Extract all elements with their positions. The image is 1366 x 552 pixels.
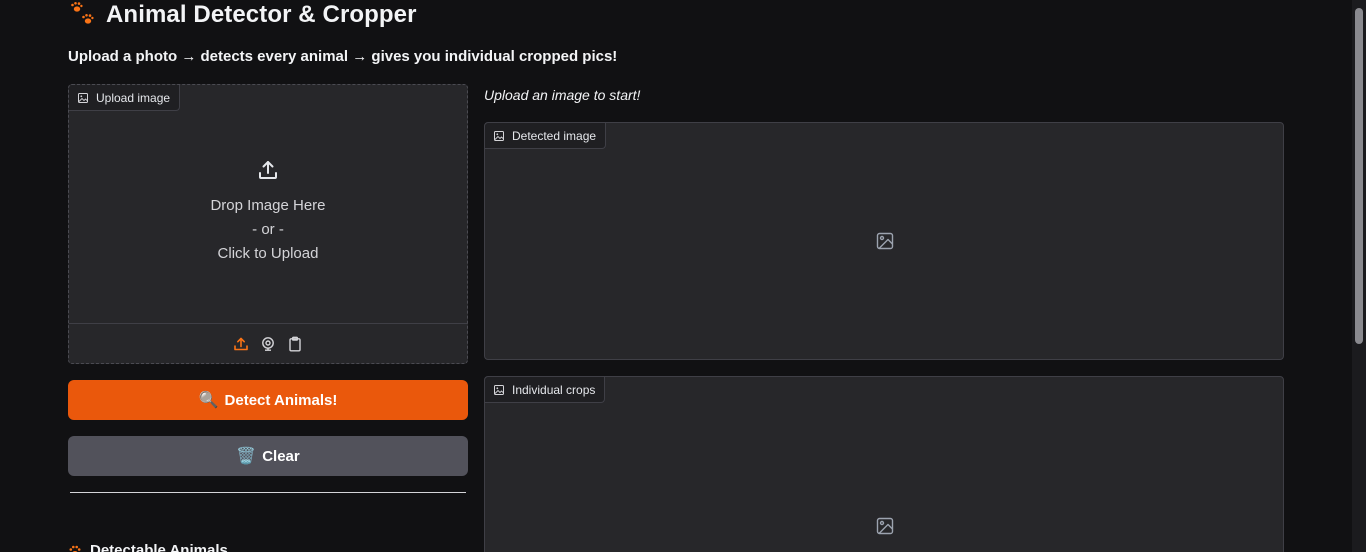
page-subtitle: Upload a photo → detects every animal → … bbox=[68, 48, 618, 65]
image-icon bbox=[78, 92, 88, 103]
drop-image-text: Drop Image Here bbox=[210, 197, 326, 214]
upload-image-label-text: Upload image bbox=[96, 90, 171, 105]
individual-crops-label-text: Individual crops bbox=[512, 382, 596, 397]
detectable-animals-heading-text: Detectable Animals bbox=[90, 542, 228, 552]
header: Animal Detector & Cropper bbox=[68, 0, 417, 30]
image-placeholder-icon bbox=[876, 517, 894, 535]
image-icon bbox=[494, 384, 504, 395]
paw-prints-icon bbox=[71, 2, 94, 24]
webcam-icon bbox=[262, 336, 274, 351]
page-scrollbar[interactable] bbox=[1352, 0, 1366, 552]
scrollbar-thumb[interactable] bbox=[1355, 8, 1363, 344]
webcam-source-button[interactable] bbox=[260, 336, 276, 352]
detected-image-label: Detected image bbox=[485, 123, 607, 149]
app-page: Animal Detector & Cropper Upload a photo… bbox=[0, 0, 1366, 552]
paw-icon bbox=[69, 545, 81, 552]
status-message: Upload an image to start! bbox=[484, 87, 641, 103]
or-text: - or - bbox=[252, 221, 284, 238]
image-icon bbox=[494, 130, 504, 141]
upload-image-label: Upload image bbox=[69, 85, 181, 111]
individual-crops-label: Individual crops bbox=[485, 377, 606, 403]
image-upload-area[interactable]: Upload image Drop Image Here - or - Clic… bbox=[68, 84, 468, 364]
clipboard-source-button[interactable] bbox=[287, 336, 303, 352]
image-placeholder-icon bbox=[876, 232, 894, 250]
detected-image-panel: Detected image bbox=[484, 122, 1284, 360]
page-title: Animal Detector & Cropper bbox=[106, 1, 417, 28]
trash-icon: 🗑️ bbox=[236, 448, 257, 465]
detect-animals-label: Detect Animals! bbox=[224, 391, 338, 409]
upload-source-button[interactable] bbox=[233, 336, 249, 352]
magnifier-icon: 🔍 bbox=[198, 392, 219, 409]
clipboard-icon bbox=[289, 336, 301, 351]
detectable-animals-heading: Detectable Animals bbox=[68, 542, 228, 552]
clear-label: Clear bbox=[262, 447, 300, 465]
upload-icon bbox=[234, 337, 248, 350]
upload-arrow-icon bbox=[259, 161, 277, 179]
drop-zone[interactable]: Drop Image Here - or - Click to Upload bbox=[69, 111, 467, 323]
click-to-upload-text: Click to Upload bbox=[217, 245, 319, 262]
individual-crops-panel: Individual crops bbox=[484, 376, 1284, 552]
divider bbox=[70, 492, 466, 493]
detected-image-label-text: Detected image bbox=[512, 128, 597, 143]
detect-animals-button[interactable]: 🔍 Detect Animals! bbox=[68, 380, 468, 420]
clear-button[interactable]: 🗑️ Clear bbox=[68, 436, 468, 476]
upload-source-toolbar bbox=[69, 323, 467, 363]
